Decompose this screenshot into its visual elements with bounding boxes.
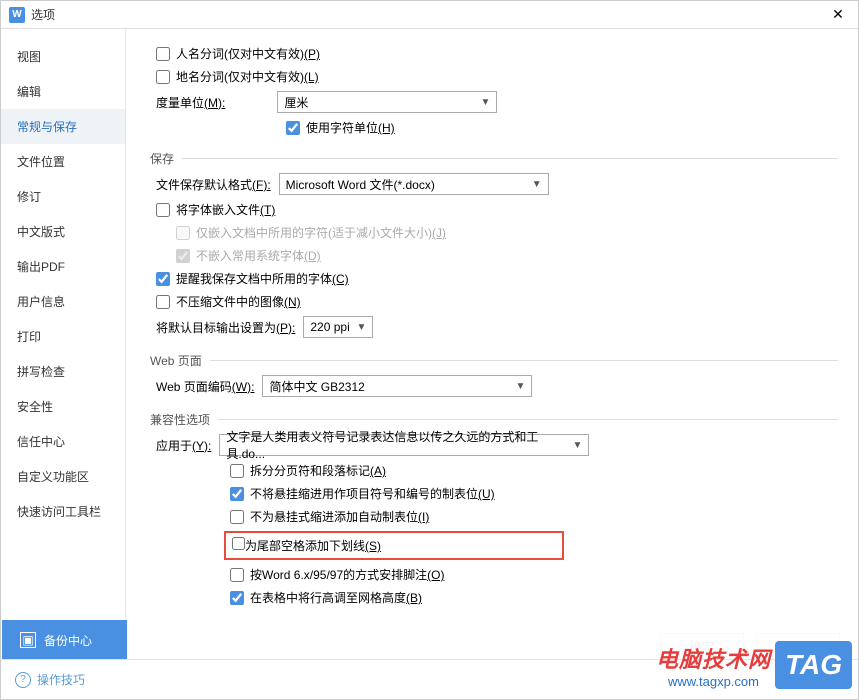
row-split-page: 拆分分页符和段落标记(A) <box>150 462 838 479</box>
sidebar-item-user-info[interactable]: 用户信息 <box>1 284 125 319</box>
row-place-seg: 地名分词(仅对中文有效)(L) <box>150 68 838 85</box>
row-word6-footnote: 按Word 6.x/95/97的方式安排脚注(O) <box>150 566 838 583</box>
row-web-encoding: Web 页面编码(W): 简体中文 GB2312▼ <box>150 375 838 397</box>
checkbox-hang-indent[interactable]: 不将悬挂缩进用作项目符号和编号的制表位(U) <box>230 485 495 502</box>
row-no-compress: 不压缩文件中的图像(N) <box>150 293 838 310</box>
checkbox-remind-font[interactable]: 提醒我保存文档中所用的字体(C) <box>156 270 349 287</box>
sidebar-item-view[interactable]: 视图 <box>1 39 125 74</box>
web-encoding-label: Web 页面编码(W): <box>156 378 254 395</box>
row-trailing-underline-highlighted: 为尾部空格添加下划线(S) <box>224 531 564 560</box>
web-encoding-select[interactable]: 简体中文 GB2312▼ <box>262 375 532 397</box>
checkbox-char-unit[interactable]: 使用字符单位(H) <box>286 119 395 136</box>
row-unit: 度量单位(M): 厘米▼ <box>150 91 838 113</box>
unit-label: 度量单位(M): <box>156 94 225 111</box>
app-icon: W <box>9 7 25 23</box>
checkbox-no-sys-font: 不嵌入常用系统字体(D) <box>176 247 321 264</box>
save-format-select[interactable]: Microsoft Word 文件(*.docx)▼ <box>279 173 549 195</box>
target-output-label: 将默认目标输出设置为(P): <box>156 319 295 336</box>
watermark-title: 电脑技术网 <box>656 642 771 674</box>
watermark-url: www.tagxp.com <box>656 674 771 689</box>
help-icon[interactable]: ? <box>15 672 31 688</box>
main-area: 视图 编辑 常规与保存 文件位置 修订 中文版式 输出PDF 用户信息 打印 拼… <box>1 29 858 622</box>
backup-label: 备份中心 <box>44 632 92 649</box>
sidebar-item-general-save[interactable]: 常规与保存 <box>1 109 125 144</box>
target-output-select[interactable]: 220 ppi▼ <box>303 316 373 338</box>
sidebar-item-security[interactable]: 安全性 <box>1 389 125 424</box>
sidebar-item-revision[interactable]: 修订 <box>1 179 125 214</box>
sidebar-item-file-loc[interactable]: 文件位置 <box>1 144 125 179</box>
row-name-seg: 人名分词(仅对中文有效)(P) <box>150 45 838 62</box>
checkbox-embed-font[interactable]: 将字体嵌入文件(T) <box>156 201 275 218</box>
row-embed-font: 将字体嵌入文件(T) <box>150 201 838 218</box>
row-target-output: 将默认目标输出设置为(P): 220 ppi▼ <box>150 316 838 338</box>
close-icon[interactable]: ✕ <box>826 3 850 27</box>
row-save-format: 文件保存默认格式(F): Microsoft Word 文件(*.docx)▼ <box>150 173 838 195</box>
chevron-down-icon: ▼ <box>356 322 366 333</box>
checkbox-split-page[interactable]: 拆分分页符和段落标记(A) <box>230 462 386 479</box>
titlebar: W 选项 ✕ <box>1 1 858 29</box>
sidebar-item-export-pdf[interactable]: 输出PDF <box>1 249 125 284</box>
row-only-used: 仅嵌入文档中所用的字符(适于减小文件大小)(J) <box>150 224 838 241</box>
backup-center-button[interactable]: ▣ 备份中心 <box>2 620 127 660</box>
chevron-down-icon: ▼ <box>480 97 490 108</box>
sidebar-item-print[interactable]: 打印 <box>1 319 125 354</box>
checkbox-only-used: 仅嵌入文档中所用的字符(适于减小文件大小)(J) <box>176 224 446 241</box>
sidebar-item-customize-ribbon[interactable]: 自定义功能区 <box>1 459 125 494</box>
apply-to-select[interactable]: 文字是人类用表义符号记录表达信息以传之久远的方式和工具.do...▼ <box>219 434 589 456</box>
watermark: 电脑技术网 www.tagxp.com TAG <box>656 641 852 689</box>
row-remind-font: 提醒我保存文档中所用的字体(C) <box>150 270 838 287</box>
watermark-tag: TAG <box>775 641 852 689</box>
row-grid-height: 在表格中将行高调至网格高度(B) <box>150 589 838 606</box>
checkbox-grid-height[interactable]: 在表格中将行高调至网格高度(B) <box>230 589 422 606</box>
checkbox-word6-footnote[interactable]: 按Word 6.x/95/97的方式安排脚注(O) <box>230 566 445 583</box>
chevron-down-icon: ▼ <box>516 381 526 392</box>
sidebar-item-cn-layout[interactable]: 中文版式 <box>1 214 125 249</box>
checkbox-place-seg[interactable]: 地名分词(仅对中文有效)(L) <box>156 68 319 85</box>
row-apply-to: 应用于(Y): 文字是人类用表义符号记录表达信息以传之久远的方式和工具.do..… <box>150 434 838 456</box>
apply-to-label: 应用于(Y): <box>156 437 211 454</box>
row-auto-tab: 不为悬挂式缩进添加自动制表位(I) <box>150 508 838 525</box>
unit-select[interactable]: 厘米▼ <box>277 91 497 113</box>
backup-icon: ▣ <box>20 632 36 648</box>
window-title: 选项 <box>31 6 826 23</box>
section-web: Web 页面 <box>150 352 838 369</box>
row-no-sys: 不嵌入常用系统字体(D) <box>150 247 838 264</box>
chevron-down-icon: ▼ <box>572 440 582 451</box>
checkbox-name-seg[interactable]: 人名分词(仅对中文有效)(P) <box>156 45 320 62</box>
content-panel: 人名分词(仅对中文有效)(P) 地名分词(仅对中文有效)(L) 度量单位(M):… <box>126 29 858 622</box>
checkbox-no-compress[interactable]: 不压缩文件中的图像(N) <box>156 293 301 310</box>
save-format-label: 文件保存默认格式(F): <box>156 176 271 193</box>
row-hang-indent: 不将悬挂缩进用作项目符号和编号的制表位(U) <box>150 485 838 502</box>
row-char-unit: 使用字符单位(H) <box>150 119 838 136</box>
sidebar-item-edit[interactable]: 编辑 <box>1 74 125 109</box>
sidebar-item-spellcheck[interactable]: 拼写检查 <box>1 354 125 389</box>
sidebar-item-trust-center[interactable]: 信任中心 <box>1 424 125 459</box>
chevron-down-icon: ▼ <box>532 179 542 190</box>
sidebar: 视图 编辑 常规与保存 文件位置 修订 中文版式 输出PDF 用户信息 打印 拼… <box>1 29 126 622</box>
section-save: 保存 <box>150 150 838 167</box>
section-compat: 兼容性选项 <box>150 411 838 428</box>
checkbox-trailing-underline[interactable]: 为尾部空格添加下划线(S) <box>232 537 381 554</box>
sidebar-item-quick-access[interactable]: 快速访问工具栏 <box>1 494 125 529</box>
help-link[interactable]: 操作技巧 <box>37 671 85 688</box>
checkbox-auto-tab[interactable]: 不为悬挂式缩进添加自动制表位(I) <box>230 508 429 525</box>
